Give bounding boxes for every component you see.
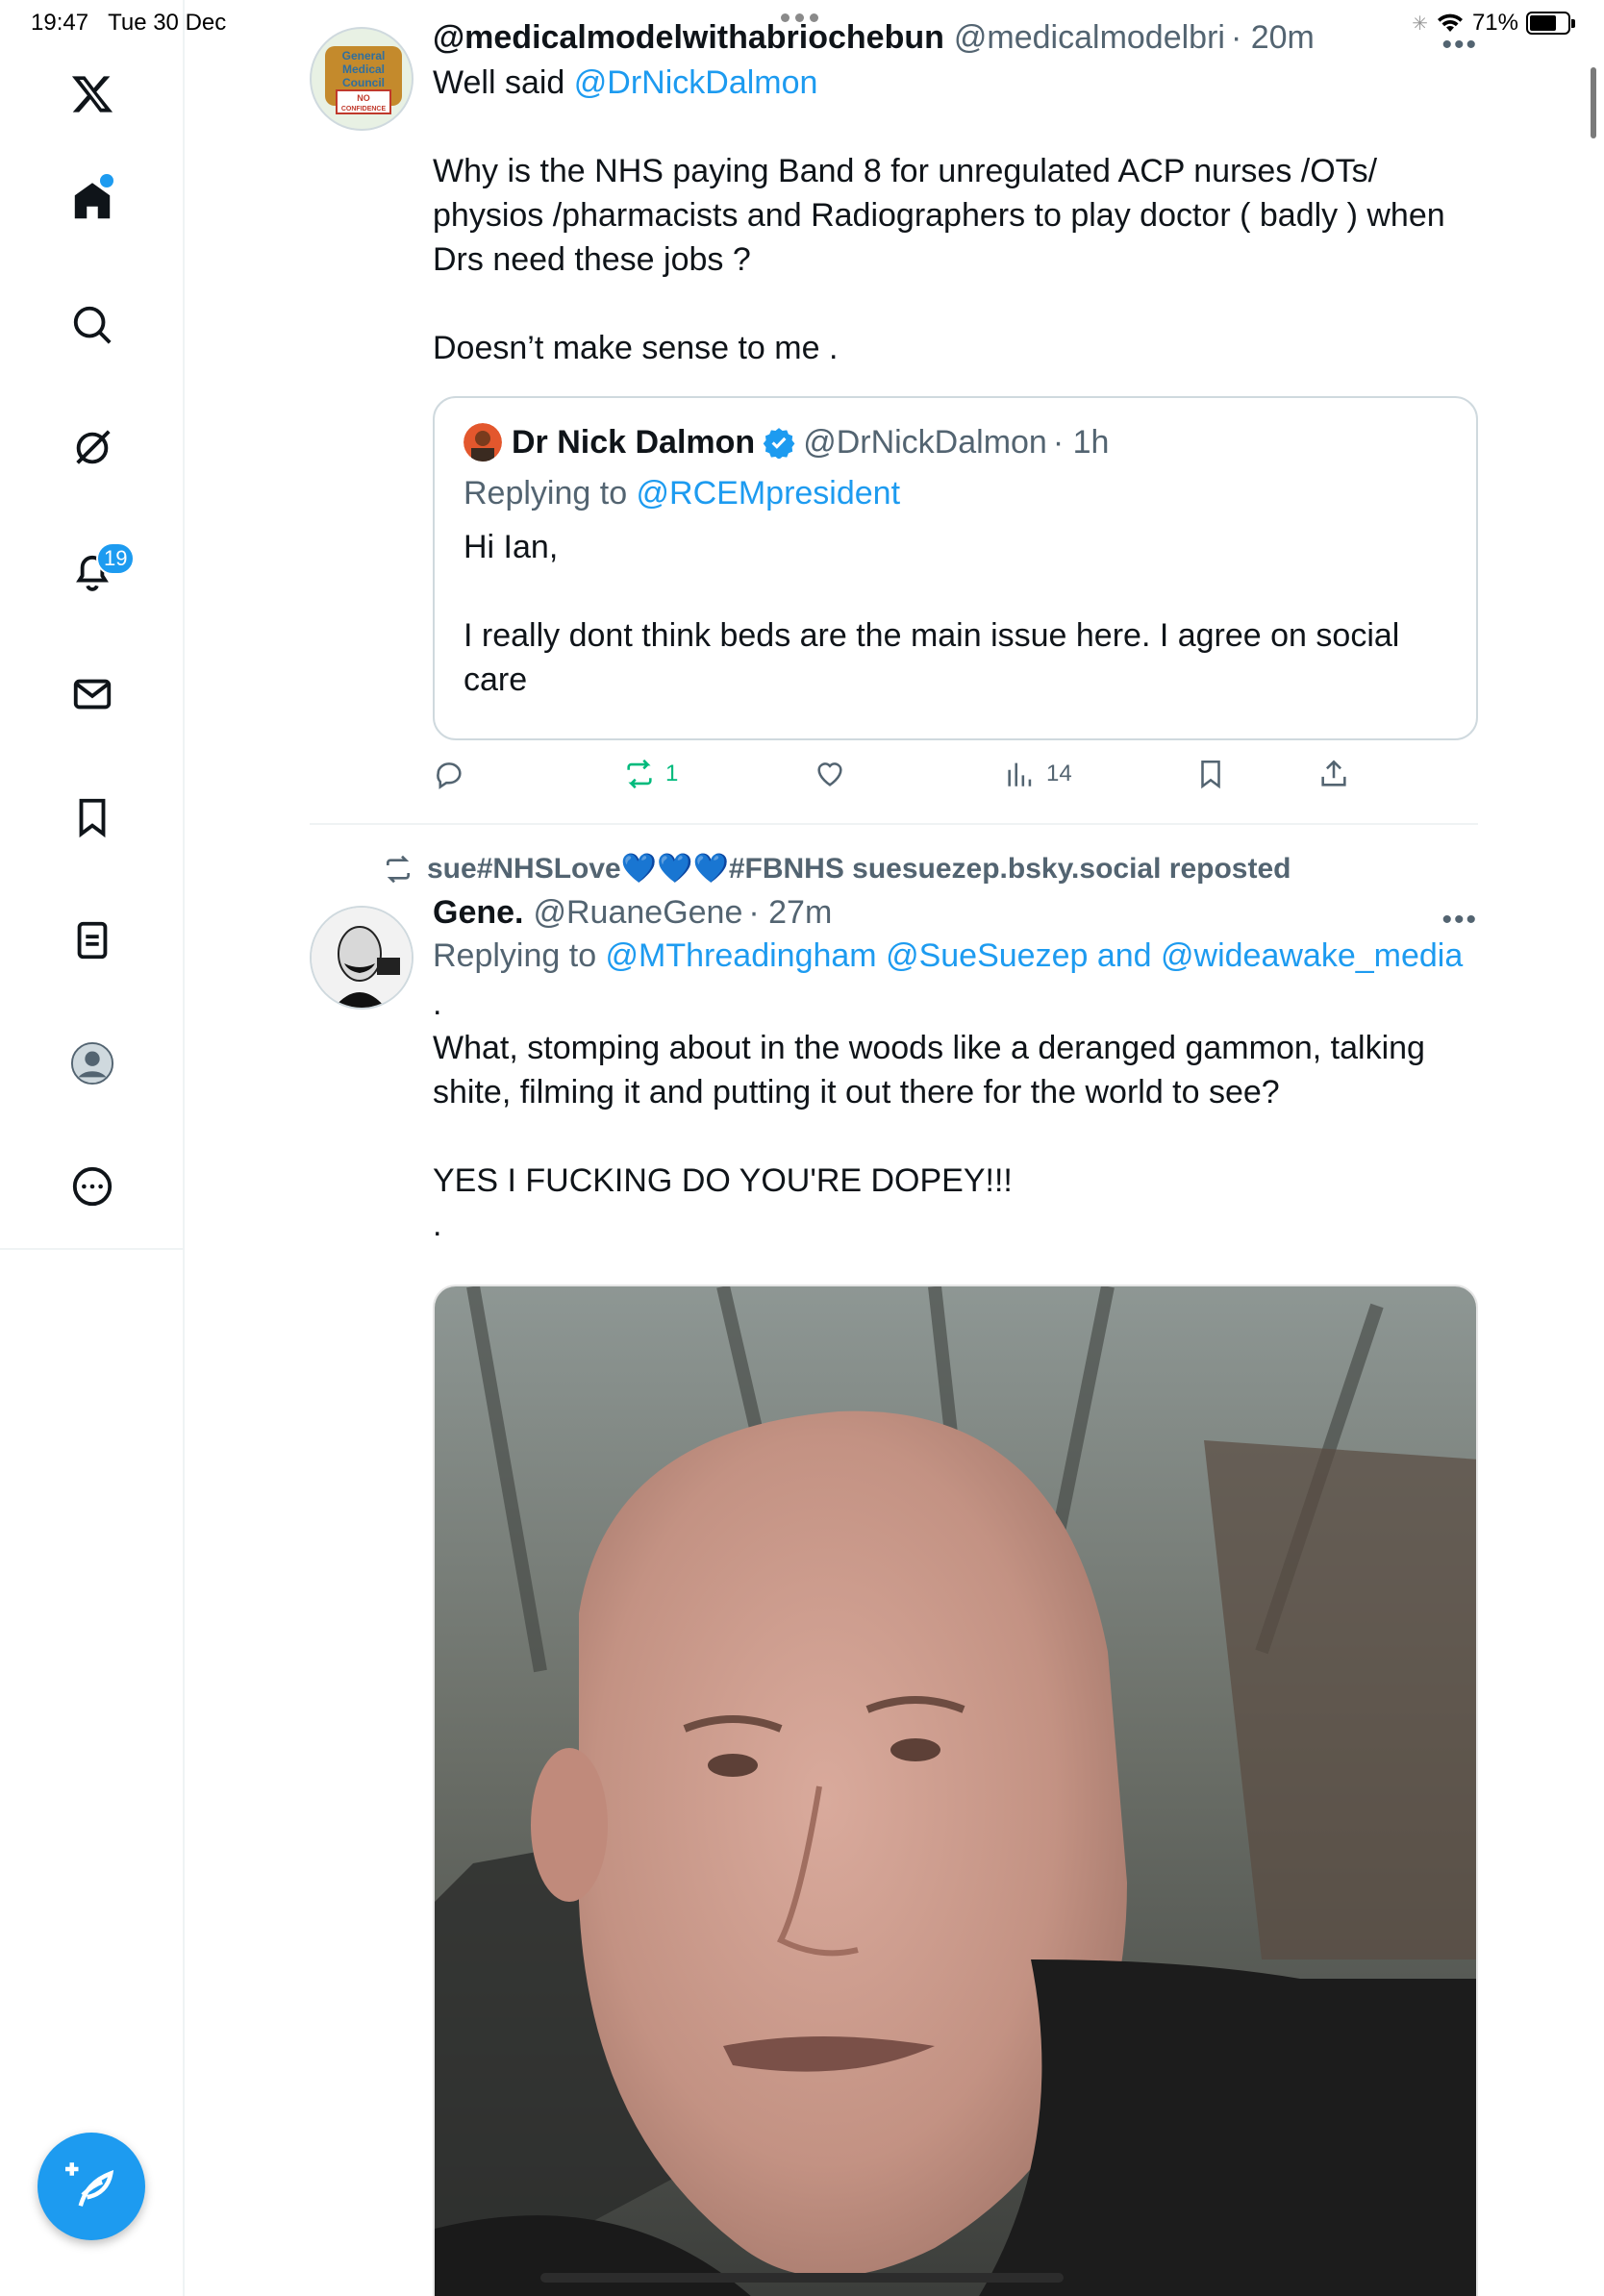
quote-display-name[interactable]: Dr Nick Dalmon (512, 424, 755, 462)
tweet-actions: 1 14 (433, 758, 1478, 796)
battery-icon (1526, 12, 1575, 35)
home-icon[interactable] (62, 171, 123, 233)
replying-to: Replying to @MThreadingham @SueSuezep an… (433, 937, 1464, 974)
mention-links[interactable]: @MThreadingham @SueSuezep and @wideawake… (606, 937, 1464, 974)
share-icon (1321, 760, 1346, 786)
svg-text:CONFIDENCE: CONFIDENCE (341, 106, 387, 112)
repost-icon (387, 855, 410, 883)
quote-timestamp: · 1h (1052, 423, 1110, 461)
lists-icon[interactable] (62, 910, 123, 971)
quote-header: Dr Nick Dalmon @DrNickDalmon · 1h (464, 423, 1447, 462)
avatar[interactable] (310, 906, 414, 1010)
mention-link[interactable]: @RCEMpresident (637, 475, 901, 512)
gmc-no-confidence-logo: General Medical Council NO CONFIDENCE (325, 46, 402, 114)
repost-button[interactable]: 1 (623, 758, 678, 790)
reply-button[interactable] (433, 758, 475, 790)
tweet-paragraph: Why is the NHS paying Band 8 for unregul… (433, 153, 1445, 278)
tweet-paragraph: Doesn’t make sense to me . (433, 330, 839, 366)
video-media[interactable] (433, 1285, 1478, 2296)
share-button[interactable] (1317, 758, 1350, 790)
more-options-icon[interactable]: ••• (1441, 904, 1478, 936)
x-logo-icon[interactable] (62, 63, 123, 125)
compose-feather-icon (65, 2162, 114, 2207)
repost-banner[interactable]: sue#NHSLove💙💙💙#FBNHS suesuezep.bsky.soci… (383, 852, 1291, 886)
notifications-badge: 19 (96, 542, 136, 575)
messages-envelope-icon[interactable] (62, 663, 123, 725)
quote-text: Hi Ian, I really dont think beds are the… (464, 529, 1400, 698)
bookmarks-icon[interactable] (62, 786, 123, 848)
gene-avatar-photo (312, 908, 412, 1008)
compose-post-button[interactable] (38, 2133, 145, 2240)
views-button[interactable]: 14 (1004, 758, 1072, 790)
video-thumbnail (435, 1286, 1476, 2296)
grok-icon[interactable] (62, 417, 123, 479)
like-button[interactable] (814, 758, 856, 790)
scrollbar[interactable] (1591, 67, 1596, 138)
more-options-icon[interactable] (62, 1156, 123, 1217)
quote-replying-to: Replying to @RCEMpresident (464, 475, 901, 512)
handle[interactable]: @medicalmodelbri (954, 19, 1225, 57)
bookmark-button[interactable] (1194, 758, 1227, 790)
tweet-header: @medicalmodelwithabriochebun @medicalmod… (433, 19, 1478, 57)
svg-text:NO: NO (357, 93, 370, 103)
mention-link[interactable]: @DrNickDalmon (574, 64, 818, 101)
avatar[interactable]: General Medical Council NO CONFIDENCE (310, 27, 414, 131)
divider (310, 823, 1478, 825)
quote-handle[interactable]: @DrNickDalmon (803, 424, 1047, 462)
search-icon[interactable] (62, 294, 123, 356)
repost-icon (627, 759, 652, 789)
timestamp[interactable]: · 20m (1231, 19, 1315, 57)
reply-icon (437, 762, 462, 789)
tweet-text: Well said @DrNickDalmon Why is the NHS p… (433, 61, 1478, 370)
quoted-tweet[interactable]: Dr Nick Dalmon @DrNickDalmon · 1h Replyi… (433, 396, 1478, 740)
display-name[interactable]: @medicalmodelwithabriochebun (433, 19, 944, 57)
tweet-header: Gene. @RuaneGene · 27m (433, 894, 1478, 932)
views-chart-icon (1008, 762, 1032, 786)
home-unread-dot (100, 174, 113, 187)
home-indicator[interactable] (540, 2273, 1064, 2283)
svg-text:Medical: Medical (342, 62, 385, 76)
timestamp[interactable]: · 27m (748, 894, 832, 932)
handle[interactable]: @RuaneGene (533, 894, 742, 932)
bookmark-icon (1201, 760, 1220, 789)
tweet-text: . What, stomping about in the woods like… (433, 986, 1425, 1243)
heart-icon (817, 762, 842, 786)
profile-avatar-icon[interactable] (62, 1033, 123, 1094)
display-name[interactable]: Gene. (433, 894, 523, 932)
more-options-icon[interactable]: ••• (1441, 29, 1478, 62)
svg-text:General: General (342, 49, 386, 62)
verified-badge-icon (763, 428, 795, 459)
quote-avatar (464, 423, 502, 462)
battery-percent: 71% (1471, 10, 1518, 36)
svg-text:Council: Council (342, 76, 385, 89)
